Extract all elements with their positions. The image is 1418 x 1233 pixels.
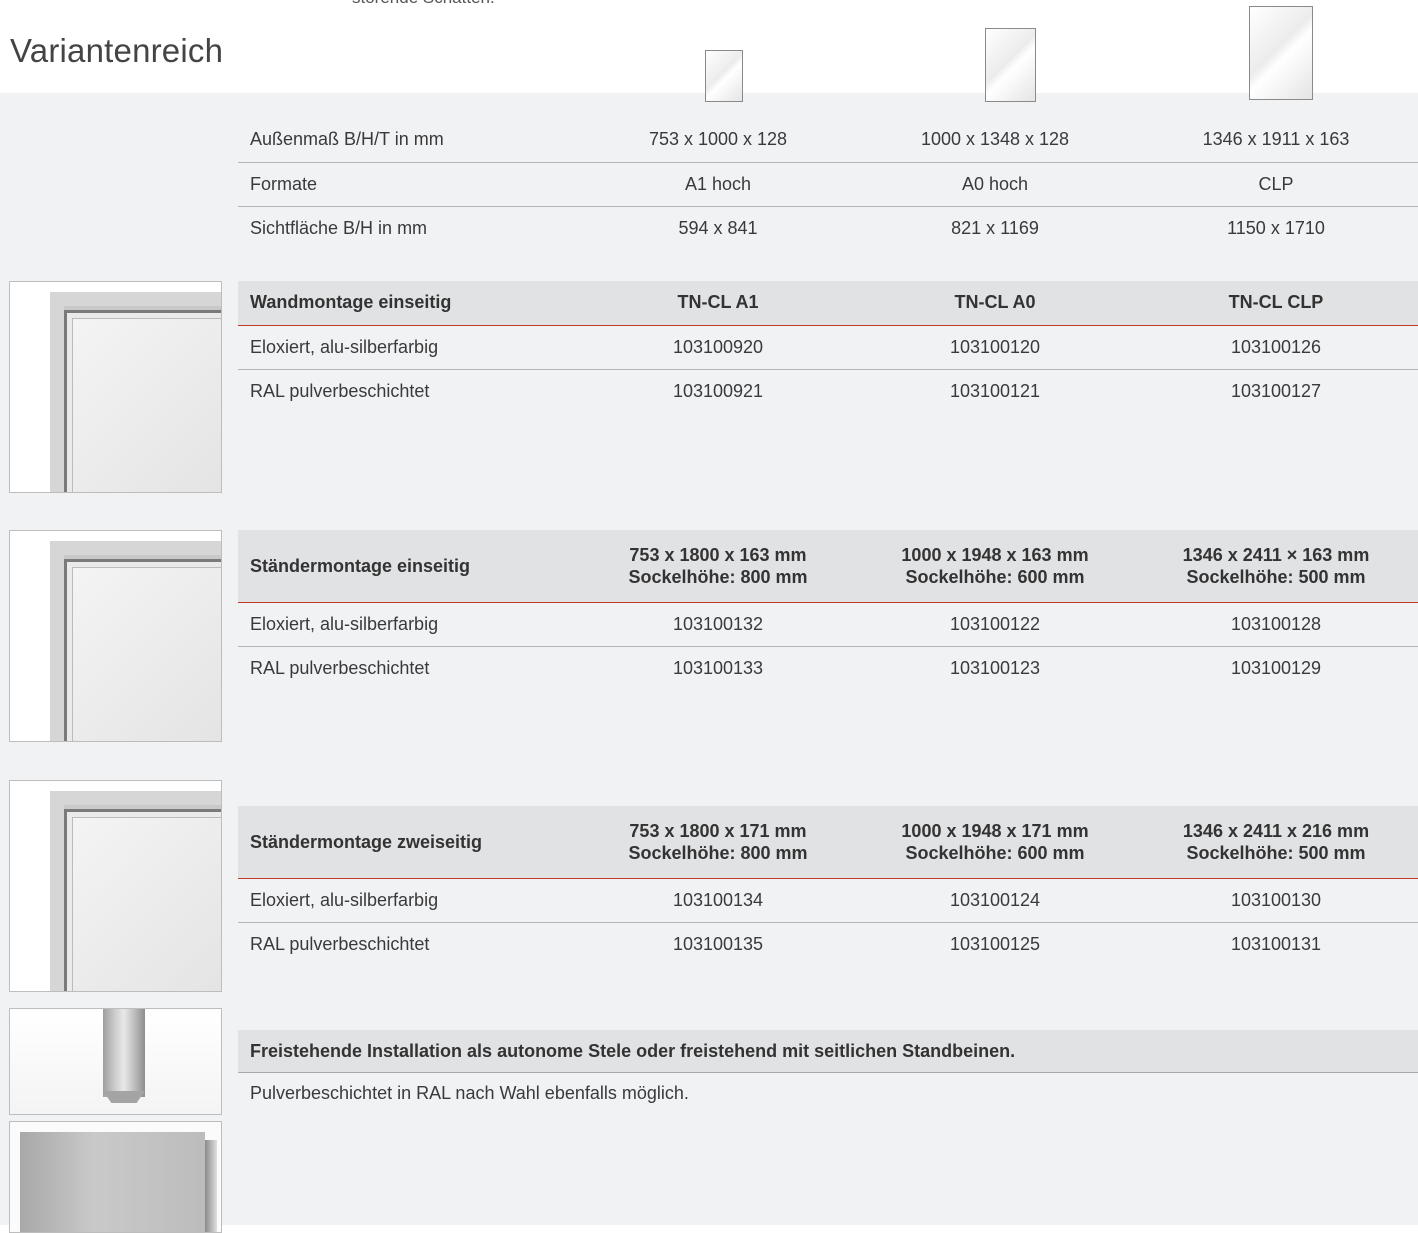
intro-text-fragment: störende Schatten.	[352, 0, 495, 8]
freestanding-note-header: Freistehende Installation als autonome S…	[238, 1030, 1418, 1073]
thumbnail-stand-double	[9, 780, 222, 992]
dimension-line: 1000 x 1948 x 163 mm	[901, 544, 1089, 565]
article-number: 103100128	[1230, 613, 1322, 634]
article-number: 103100126	[1230, 336, 1322, 357]
row-label: RAL pulverbeschichtet	[238, 645, 580, 690]
table-row: Eloxiert, alu-silberfarbig 103100134 103…	[238, 878, 1418, 922]
format-a0-icon	[985, 28, 1036, 102]
header-value: 1000 x 1948 x 163 mm Sockelhöhe: 600 mm	[856, 530, 1134, 603]
article-number: 103100920	[672, 336, 764, 357]
row-label: Eloxiert, alu-silberfarbig	[250, 336, 439, 357]
table-row: RAL pulverbeschichtet 103100135 10310012…	[238, 921, 1418, 966]
article-number: 103100133	[580, 645, 856, 690]
article-number: 103100120	[949, 336, 1041, 357]
base-height-line: Sockelhöhe: 500 mm	[1186, 566, 1366, 587]
header-label: Wandmontage einseitig	[238, 281, 580, 326]
article-number: 103100130	[1230, 889, 1322, 910]
stand-single-table: Ständermontage einseitig 753 x 1800 x 16…	[238, 530, 1418, 690]
base-height-line: Sockelhöhe: 600 mm	[905, 566, 1085, 587]
table-row: Eloxiert, alu-silberfarbig 103100920 103…	[238, 325, 1418, 369]
format-clp-icon	[1249, 6, 1313, 100]
thumbnail-panel	[9, 1121, 222, 1233]
table-row: Außenmaß B/H/T in mm 753 x 1000 x 128 10…	[238, 118, 1418, 162]
table-header-row: Wandmontage einseitig TN-CL A1 TN-CL A0 …	[238, 281, 1418, 326]
panel-image	[10, 1122, 221, 1232]
table-header-row: Ständermontage einseitig 753 x 1800 x 16…	[238, 530, 1418, 603]
frame-corner-image	[10, 282, 221, 492]
cell-value: A0 hoch	[856, 161, 1134, 206]
header-value: 1346 x 2411 x 216 mm Sockelhöhe: 500 mm	[1134, 806, 1418, 879]
table-header-row: Ständermontage zweiseitig 753 x 1800 x 1…	[238, 806, 1418, 879]
specs-table: Außenmaß B/H/T in mm 753 x 1000 x 128 10…	[238, 118, 1418, 250]
article-number: 103100921	[580, 368, 856, 413]
article-number: 103100134	[672, 889, 764, 910]
article-number: 103100124	[949, 889, 1041, 910]
base-height-line: Sockelhöhe: 800 mm	[628, 566, 808, 587]
article-number: 103100127	[1134, 368, 1418, 413]
wall-mount-table: Wandmontage einseitig TN-CL A1 TN-CL A0 …	[238, 281, 1418, 413]
table-row: Eloxiert, alu-silberfarbig 103100132 103…	[238, 602, 1418, 646]
header-value: TN-CL CLP	[1134, 281, 1418, 326]
stand-double-table: Ständermontage zweiseitig 753 x 1800 x 1…	[238, 806, 1418, 966]
cell-value: 821 x 1169	[856, 205, 1134, 250]
article-number: 103100125	[856, 921, 1134, 966]
header-value: 753 x 1800 x 171 mm Sockelhöhe: 800 mm	[580, 806, 856, 879]
thumbnail-wall-mount	[9, 281, 222, 493]
freestanding-note-text: Pulverbeschichtet in RAL nach Wahl ebenf…	[250, 1083, 689, 1103]
section-title: Variantenreich	[10, 32, 224, 69]
base-height-line: Sockelhöhe: 500 mm	[1186, 842, 1366, 863]
article-number: 103100131	[1134, 921, 1418, 966]
format-a1-icon	[705, 50, 743, 102]
cell-value: 594 x 841	[580, 205, 856, 250]
base-height-line: Sockelhöhe: 800 mm	[628, 842, 808, 863]
frame-corner-image	[10, 531, 221, 741]
article-number: 103100129	[1134, 645, 1418, 690]
header-value: 1346 x 2411 × 163 mm Sockelhöhe: 500 mm	[1134, 530, 1418, 603]
dimension-line: 753 x 1800 x 171 mm	[629, 820, 807, 841]
article-number: 103100122	[949, 613, 1041, 634]
row-label: Außenmaß B/H/T in mm	[250, 129, 444, 150]
frame-corner-image	[10, 781, 221, 991]
cell-value: A1 hoch	[580, 161, 856, 206]
cell-value: CLP	[1134, 161, 1418, 206]
table-row: Formate A1 hoch A0 hoch CLP	[238, 161, 1418, 206]
header-label: Ständermontage zweiseitig	[238, 806, 580, 879]
cell-value: 753 x 1000 x 128	[648, 129, 788, 150]
row-label: RAL pulverbeschichtet	[238, 368, 580, 413]
row-label: RAL pulverbeschichtet	[238, 921, 580, 966]
article-number: 103100132	[672, 613, 764, 634]
thumbnail-stand-single	[9, 530, 222, 742]
dimension-line: 753 x 1800 x 163 mm	[629, 544, 807, 565]
table-row: RAL pulverbeschichtet 103100133 10310012…	[238, 645, 1418, 690]
article-number: 103100135	[580, 921, 856, 966]
base-height-line: Sockelhöhe: 600 mm	[905, 842, 1085, 863]
row-label: Formate	[238, 161, 580, 206]
header-label: Ständermontage einseitig	[238, 530, 580, 603]
article-number: 103100121	[856, 368, 1134, 413]
row-label: Sichtfläche B/H in mm	[238, 205, 580, 250]
thumbnail-post	[9, 1008, 222, 1115]
post-image	[10, 1009, 221, 1114]
header-value: TN-CL A1	[580, 281, 856, 326]
table-row: RAL pulverbeschichtet 103100921 10310012…	[238, 368, 1418, 413]
cell-value: 1346 x 1911 x 163	[1202, 129, 1350, 150]
row-label: Eloxiert, alu-silberfarbig	[250, 613, 439, 634]
header-value: 753 x 1800 x 163 mm Sockelhöhe: 800 mm	[580, 530, 856, 603]
table-row: Sichtfläche B/H in mm 594 x 841 821 x 11…	[238, 205, 1418, 250]
dimension-line: 1346 x 2411 × 163 mm	[1182, 544, 1370, 565]
header-value: 1000 x 1948 x 171 mm Sockelhöhe: 600 mm	[856, 806, 1134, 879]
dimension-line: 1000 x 1948 x 171 mm	[901, 820, 1089, 841]
header-value: TN-CL A0	[856, 281, 1134, 326]
cell-value: 1000 x 1348 x 128	[920, 129, 1070, 150]
article-number: 103100123	[856, 645, 1134, 690]
row-label: Eloxiert, alu-silberfarbig	[250, 889, 439, 910]
cell-value: 1150 x 1710	[1134, 205, 1418, 250]
dimension-line: 1346 x 2411 x 216 mm	[1182, 820, 1370, 841]
